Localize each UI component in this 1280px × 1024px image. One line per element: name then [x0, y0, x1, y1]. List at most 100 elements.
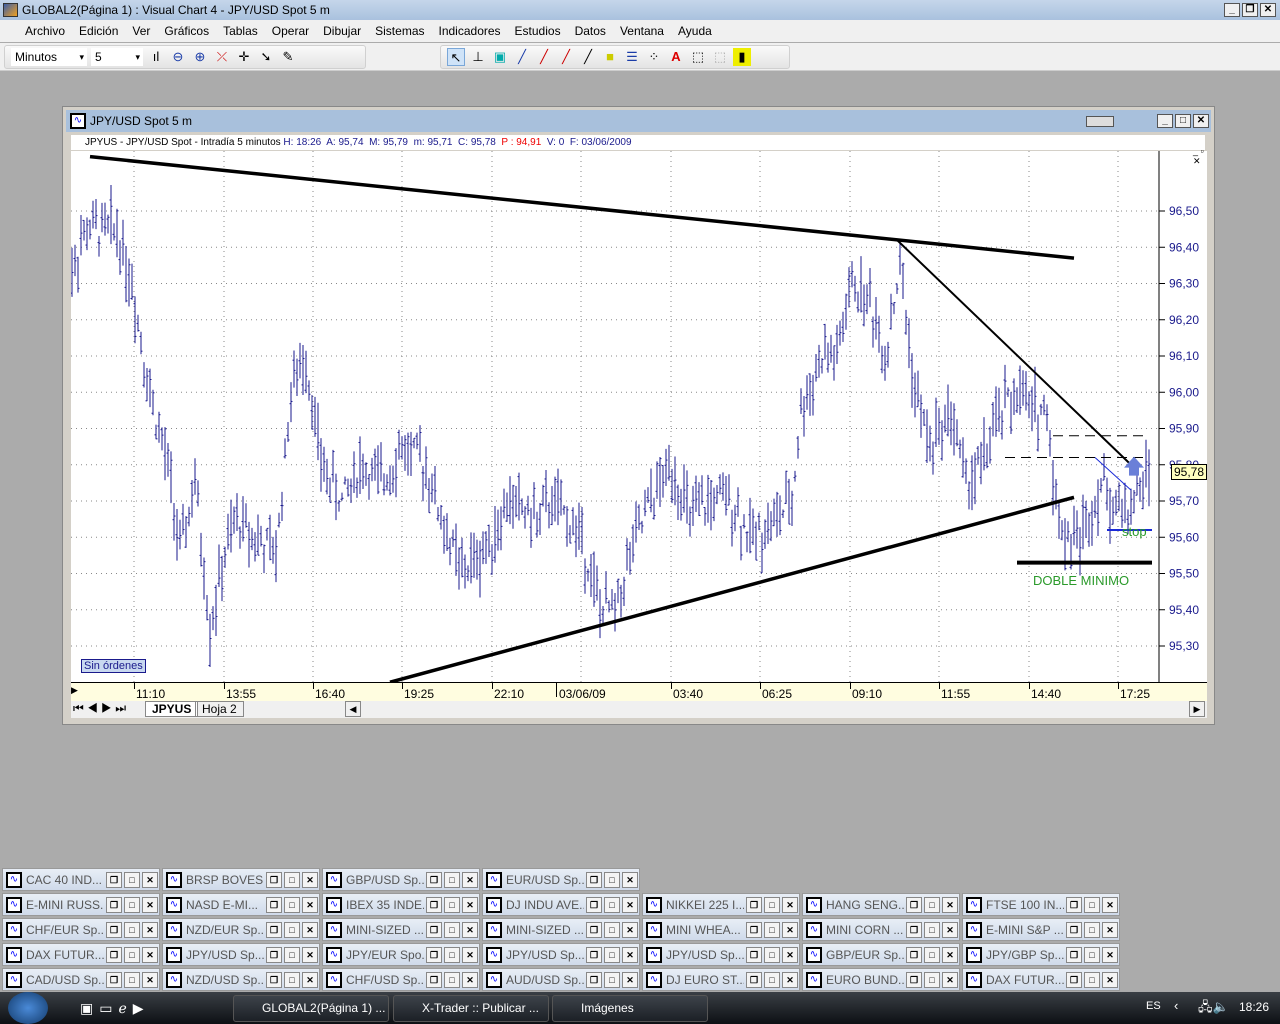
restore-button[interactable]: ❐: [746, 946, 762, 963]
close-button[interactable]: ✕: [782, 896, 798, 913]
close-button[interactable]: ✕: [1102, 946, 1118, 963]
minimized-window[interactable]: ∿ JPY/USD Sp... ❐ □ ✕: [162, 943, 320, 966]
minimized-window[interactable]: ∿ BRSP BOVES...❐□✕: [162, 868, 320, 891]
restore-button[interactable]: ❐: [586, 971, 602, 988]
maximize-button[interactable]: □: [604, 921, 620, 938]
menu-dibujar[interactable]: Dibujar: [316, 24, 368, 38]
clock[interactable]: 18:26: [1239, 1000, 1269, 1014]
minimized-window[interactable]: ∿ DAX FUTUR... ❐ □ ✕: [2, 943, 160, 966]
close-button[interactable]: ✕: [302, 946, 318, 963]
close-button[interactable]: ✕: [622, 871, 638, 888]
menu-edición[interactable]: Edición: [72, 24, 125, 38]
close-button[interactable]: ✕: [142, 871, 158, 888]
restore-button[interactable]: ❐: [266, 971, 282, 988]
restore-button[interactable]: ❐: [1242, 3, 1258, 17]
restore-button[interactable]: ❐: [266, 921, 282, 938]
menu-estudios[interactable]: Estudios: [508, 24, 568, 38]
restore-button[interactable]: ❐: [906, 896, 922, 913]
close-button[interactable]: ✕: [302, 971, 318, 988]
maximize-button[interactable]: □: [124, 921, 140, 938]
restore-button[interactable]: ❐: [586, 921, 602, 938]
axis-expand-icon[interactable]: ▶: [71, 685, 78, 696]
minimized-window[interactable]: ∿ E-MINI S&P ... ❐ □ ✕: [962, 918, 1120, 941]
restore-button[interactable]: ❐: [906, 946, 922, 963]
close-button[interactable]: ✕: [942, 921, 958, 938]
sheet-tab-hoja2[interactable]: Hoja 2: [195, 701, 244, 717]
maximize-button[interactable]: □: [764, 946, 780, 963]
minimized-window[interactable]: ∿ DJ EURO ST... ❐ □ ✕: [642, 968, 800, 991]
maximize-button[interactable]: □: [284, 946, 300, 963]
maximize-button[interactable]: □: [764, 971, 780, 988]
close-button[interactable]: ✕: [142, 946, 158, 963]
minimized-window[interactable]: ∿ JPY/EUR Spo... ❐ □ ✕: [322, 943, 480, 966]
maximize-button[interactable]: □: [1084, 971, 1100, 988]
restore-button[interactable]: ❐: [746, 971, 762, 988]
close-button[interactable]: ✕: [782, 946, 798, 963]
trendline-resistance[interactable]: [89, 154, 1075, 260]
quick-launch-icons[interactable]: ▣▭ℯ▶: [80, 1000, 150, 1017]
minimized-window[interactable]: ∿ MINI CORN ... ❐ □ ✕: [802, 918, 960, 941]
tray-expand-icon[interactable]: ‹: [1174, 998, 1178, 1013]
chart-maximize-button[interactable]: □: [1175, 114, 1191, 128]
minimized-window[interactable]: ∿ DJ INDU AVE... ❐ □ ✕: [482, 893, 640, 916]
close-button[interactable]: ✕: [782, 971, 798, 988]
sheet-tab-jpyus[interactable]: JPYUS: [145, 701, 199, 717]
close-button[interactable]: ✕: [462, 896, 478, 913]
crosshair-icon[interactable]: ✛: [235, 48, 253, 66]
minimized-window[interactable]: ∿ NZD/USD Sp... ❐ □ ✕: [162, 968, 320, 991]
maximize-button[interactable]: □: [124, 946, 140, 963]
close-button[interactable]: ✕: [142, 921, 158, 938]
task-xtrader[interactable]: X-Trader :: Publicar ...: [393, 995, 549, 1022]
minimized-window[interactable]: ∿ CAC 40 IND... ❐ □ ✕: [2, 868, 160, 891]
close-button[interactable]: ✕: [942, 971, 958, 988]
maximize-button[interactable]: □: [1084, 921, 1100, 938]
maximize-button[interactable]: □: [444, 921, 460, 938]
minimized-window[interactable]: ∿ GBP/USD Sp... ❐ □ ✕: [322, 868, 480, 891]
minimized-window[interactable]: ∿ CHF/EUR Sp... ❐ □ ✕: [2, 918, 160, 941]
restore-button[interactable]: ❐: [266, 946, 282, 963]
line-dotted-icon[interactable]: ╱: [557, 48, 575, 66]
restore-button[interactable]: ❐: [426, 921, 442, 938]
restore-button[interactable]: ❐: [106, 921, 122, 938]
maximize-button[interactable]: □: [124, 896, 140, 913]
trendline-short-resistance[interactable]: [896, 239, 1132, 466]
maximize-button[interactable]: □: [444, 971, 460, 988]
menu-indicadores[interactable]: Indicadores: [432, 24, 508, 38]
minimized-window[interactable]: ∿ EUR/USD Sp... ❐ □ ✕: [482, 868, 640, 891]
restore-button[interactable]: ❐: [746, 921, 762, 938]
close-button[interactable]: ✕: [622, 921, 638, 938]
minimized-window[interactable]: ∿ NIKKEI 225 I... ❐ □ ✕: [642, 893, 800, 916]
dots-icon[interactable]: ⁘: [645, 48, 663, 66]
minimized-window[interactable]: ∿ CHF/USD Sp... ❐ □ ✕: [322, 968, 480, 991]
restore-button[interactable]: ❐: [906, 971, 922, 988]
restore-button[interactable]: ❐: [426, 871, 442, 888]
line-blue-icon[interactable]: ╱: [513, 48, 531, 66]
restore-button[interactable]: ❐: [106, 971, 122, 988]
select-arrow-icon[interactable]: ↖: [447, 48, 465, 66]
restore-button[interactable]: ❐: [1066, 921, 1082, 938]
close-button[interactable]: ✕: [142, 971, 158, 988]
close-button[interactable]: ✕: [942, 896, 958, 913]
period-value-select[interactable]: 5: [91, 48, 143, 66]
menu-tablas[interactable]: Tablas: [216, 24, 265, 38]
minimized-window[interactable]: ∿ JPY/GBP Sp... ❐ □ ✕: [962, 943, 1120, 966]
maximize-button[interactable]: □: [604, 971, 620, 988]
start-button[interactable]: [8, 992, 48, 1024]
close-button[interactable]: ✕: [462, 921, 478, 938]
minimized-window[interactable]: ∿ JPY/USD Sp... ❐ □ ✕: [482, 943, 640, 966]
pointer-data-icon[interactable]: ➘: [257, 48, 275, 66]
maximize-button[interactable]: □: [444, 871, 460, 888]
draw-color-icon[interactable]: ✎: [279, 48, 297, 66]
maximize-button[interactable]: □: [284, 921, 300, 938]
chart-minimize-button[interactable]: _: [1157, 114, 1173, 128]
task-global2[interactable]: GLOBAL2(Página 1) ...: [233, 995, 389, 1022]
close-button[interactable]: ✕: [302, 921, 318, 938]
scroll-indicator[interactable]: [1086, 116, 1114, 127]
zoom-area-icon[interactable]: ⬚: [689, 48, 707, 66]
minimized-window[interactable]: ∿ JPY/USD Sp... ❐ □ ✕: [642, 943, 800, 966]
maximize-button[interactable]: □: [1084, 896, 1100, 913]
minimized-window[interactable]: ∿ CAD/USD Sp... ❐ □ ✕: [2, 968, 160, 991]
network-volume-icons[interactable]: 🖧🔈: [1198, 998, 1229, 1020]
restore-button[interactable]: ❐: [106, 871, 122, 888]
restore-button[interactable]: ❐: [586, 946, 602, 963]
